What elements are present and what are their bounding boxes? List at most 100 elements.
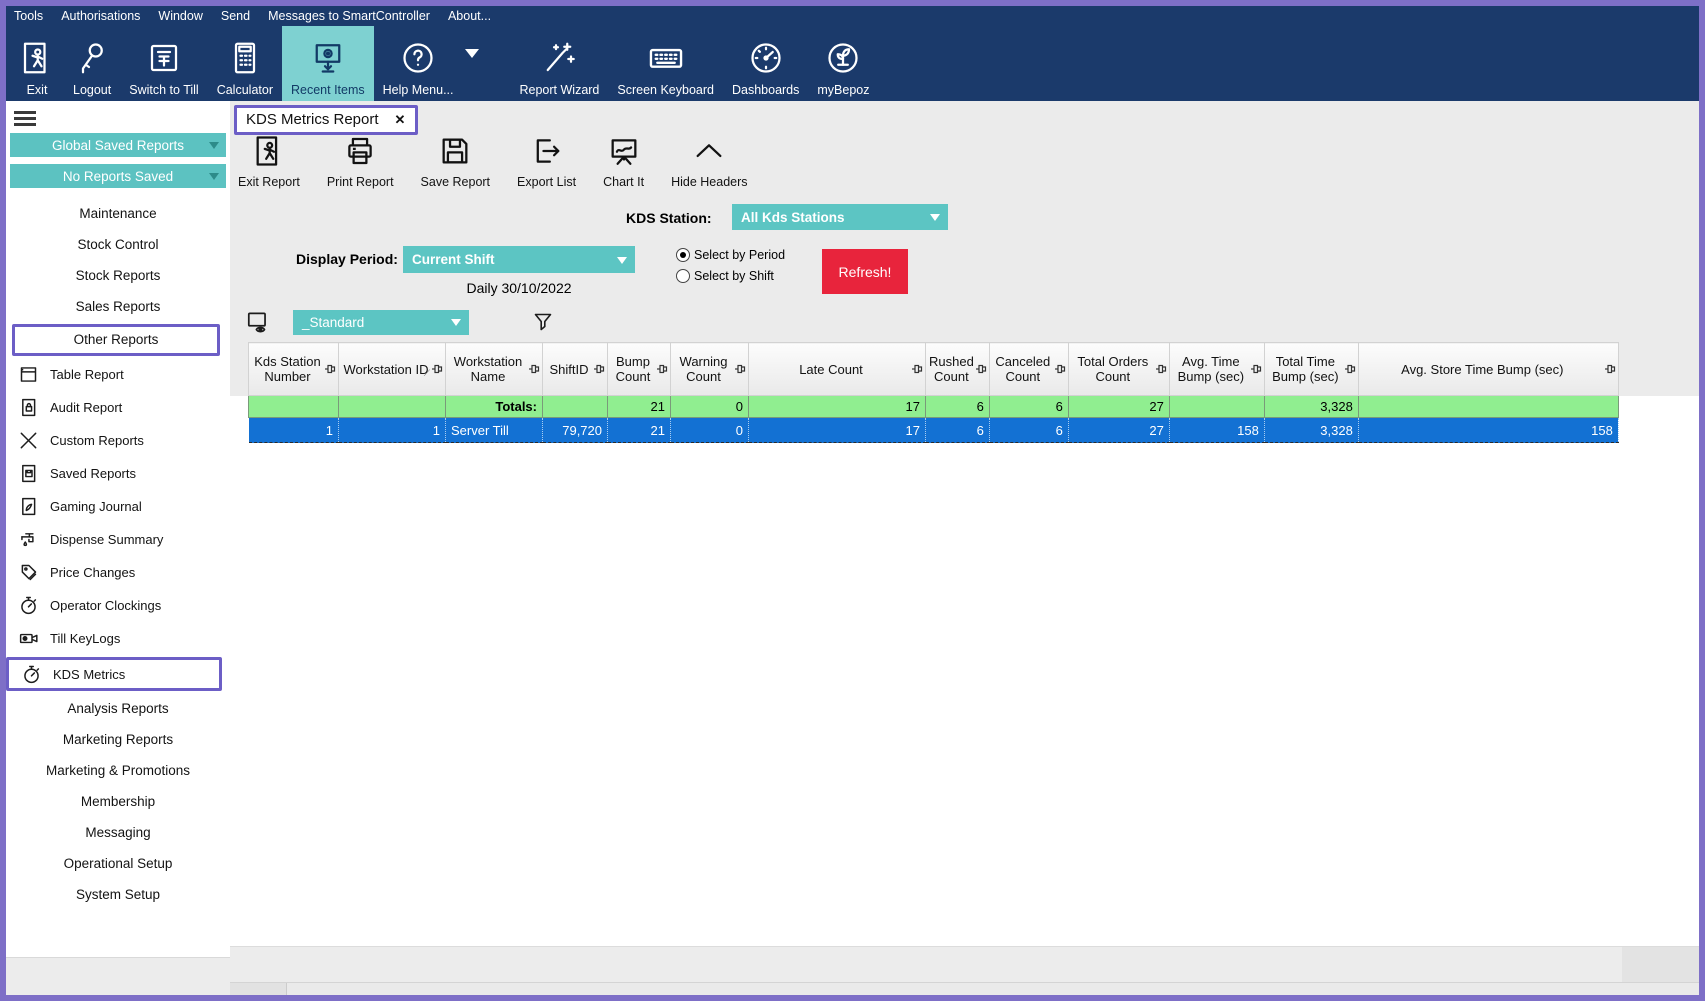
kds-station-dropdown[interactable]: All Kds Stations bbox=[732, 204, 948, 230]
column-header-shiftid[interactable]: ShiftID bbox=[543, 343, 608, 396]
sidebar-item-marketing-promotions[interactable]: Marketing & Promotions bbox=[6, 755, 230, 786]
layout-preset-dropdown[interactable]: _Standard bbox=[293, 310, 469, 335]
column-header-total-time-bump[interactable]: Total Time Bump (sec) bbox=[1264, 343, 1358, 396]
column-header-canceled-count[interactable]: Canceled Count bbox=[989, 343, 1068, 396]
sidebar-item-system-setup[interactable]: System Setup bbox=[6, 879, 230, 910]
hamburger-menu-icon[interactable] bbox=[14, 111, 36, 126]
chart-it-button[interactable]: Chart It bbox=[603, 134, 644, 189]
column-header-total-orders-count[interactable]: Total Orders Count bbox=[1068, 343, 1169, 396]
sidebar-item-dispense-summary[interactable]: Dispense Summary bbox=[6, 523, 230, 556]
menu-tools[interactable]: Tools bbox=[14, 9, 43, 23]
sidebar-item-sales-reports[interactable]: Sales Reports bbox=[6, 291, 230, 322]
chevron-down-icon bbox=[930, 214, 940, 226]
tab-kds-metrics-report[interactable]: KDS Metrics Report ✕ bbox=[234, 105, 418, 135]
column-header-label: Avg. Time Bump (sec) bbox=[1178, 354, 1244, 384]
dashboards-button[interactable]: Dashboards bbox=[723, 26, 808, 101]
pin-icon[interactable] bbox=[734, 363, 746, 375]
view-layout-button[interactable] bbox=[245, 309, 271, 335]
sidebar-item-audit-report[interactable]: Audit Report bbox=[6, 391, 230, 424]
sidebar-item-price-changes[interactable]: Price Changes bbox=[6, 556, 230, 589]
column-header-label: ShiftID bbox=[549, 362, 588, 377]
column-header-kds-station-number[interactable]: Kds Station Number bbox=[249, 343, 339, 396]
pin-icon[interactable] bbox=[1344, 363, 1356, 375]
pin-icon[interactable] bbox=[656, 363, 668, 375]
pin-icon[interactable] bbox=[431, 363, 443, 375]
calculator-button[interactable]: Calculator bbox=[208, 26, 282, 101]
horizontal-scrollbar[interactable] bbox=[230, 982, 1699, 995]
sidebar-item-operational-setup[interactable]: Operational Setup bbox=[6, 848, 230, 879]
menu-window[interactable]: Window bbox=[158, 9, 202, 23]
sidebar-item-stock-reports[interactable]: Stock Reports bbox=[6, 260, 230, 291]
grid-layout-row: _Standard bbox=[245, 309, 555, 335]
report-wizard-button[interactable]: Report Wizard bbox=[511, 26, 609, 101]
toolbar-label: Screen Keyboard bbox=[617, 83, 714, 97]
refresh-button[interactable]: Refresh! bbox=[822, 249, 908, 294]
display-period-dropdown[interactable]: Current Shift bbox=[403, 246, 635, 273]
column-header-label: Warning Count bbox=[680, 354, 728, 384]
menu-messages-to-smartcontroller[interactable]: Messages to SmartController bbox=[268, 9, 430, 23]
sidebar-item-membership[interactable]: Membership bbox=[6, 786, 230, 817]
sort-indicator-icon: ⟋ bbox=[424, 368, 430, 379]
logout-button[interactable]: Logout bbox=[64, 26, 120, 101]
screen-keyboard-button[interactable]: Screen Keyboard bbox=[608, 26, 723, 101]
sidebar-item-table-report[interactable]: Table Report bbox=[6, 358, 230, 391]
exit-button[interactable]: Exit bbox=[10, 26, 64, 101]
column-header-warning-count[interactable]: Warning Count bbox=[671, 343, 749, 396]
sidebar-item-custom-reports[interactable]: Custom Reports bbox=[6, 424, 230, 457]
pin-icon[interactable] bbox=[1155, 363, 1167, 375]
menu-about[interactable]: About... bbox=[448, 9, 491, 23]
save-report-button[interactable]: Save Report bbox=[421, 134, 490, 189]
radio-label: Select by Shift bbox=[694, 269, 774, 283]
column-header-workstation-id[interactable]: Workstation ID⟋ bbox=[339, 343, 446, 396]
pin-icon[interactable] bbox=[1250, 363, 1262, 375]
menu-send[interactable]: Send bbox=[221, 9, 250, 23]
column-header-workstation-name[interactable]: Workstation Name bbox=[446, 343, 543, 396]
select-by-shift-radio[interactable]: Select by Shift bbox=[676, 269, 785, 283]
pin-icon[interactable] bbox=[324, 363, 336, 375]
column-header-bump-count[interactable]: Bump Count bbox=[608, 343, 671, 396]
recent-items-button[interactable]: Recent Items bbox=[282, 26, 374, 101]
hide-headers-button[interactable]: Hide Headers bbox=[671, 134, 747, 189]
pin-icon[interactable] bbox=[593, 363, 605, 375]
sidebar-item-kds-metrics[interactable]: KDS Metrics bbox=[9, 660, 219, 688]
column-header-late-count[interactable]: Late Count bbox=[749, 343, 926, 396]
sidebar-item-saved-reports[interactable]: Saved Reports bbox=[6, 457, 230, 490]
print-report-button[interactable]: Print Report bbox=[327, 134, 394, 189]
sidebar-item-till-keylogs[interactable]: Till KeyLogs bbox=[6, 622, 230, 655]
chevron-up-icon bbox=[692, 134, 726, 168]
scrollbar-thumb[interactable] bbox=[230, 983, 287, 995]
sidebar-item-gaming-journal[interactable]: Gaming Journal bbox=[6, 490, 230, 523]
sidebar-item-operator-clockings[interactable]: Operator Clockings bbox=[6, 589, 230, 622]
sidebar-item-maintenance[interactable]: Maintenance bbox=[6, 198, 230, 229]
report-toolbar-label: Chart It bbox=[603, 175, 644, 189]
filter-funnel-button[interactable] bbox=[531, 310, 555, 334]
gauge-icon bbox=[748, 36, 784, 80]
table-row-server-till[interactable]: 1 1 Server Till 79,720 21 0 17 6 6 27 15… bbox=[249, 418, 1619, 443]
toolbar-label: myBepoz bbox=[817, 83, 869, 97]
exit-report-button[interactable]: Exit Report bbox=[238, 134, 300, 189]
help-menu-dropdown-arrow-icon[interactable] bbox=[465, 49, 479, 65]
sidebar-item-analysis-reports[interactable]: Analysis Reports bbox=[6, 693, 230, 724]
menu-authorisations[interactable]: Authorisations bbox=[61, 9, 140, 23]
cell-canceled-count: 6 bbox=[989, 418, 1068, 443]
no-reports-saved-dropdown[interactable]: No Reports Saved bbox=[10, 164, 226, 188]
sidebar-item-other-reports[interactable]: Other Reports bbox=[15, 327, 217, 353]
pin-icon[interactable] bbox=[911, 363, 923, 375]
switch-to-till-button[interactable]: Switch to Till bbox=[120, 26, 207, 101]
sidebar-item-stock-control[interactable]: Stock Control bbox=[6, 229, 230, 260]
sidebar-item-messaging[interactable]: Messaging bbox=[6, 817, 230, 848]
pin-icon[interactable] bbox=[1604, 363, 1616, 375]
column-header-avg-store-time-bump[interactable]: Avg. Store Time Bump (sec) bbox=[1358, 343, 1618, 396]
pin-icon[interactable] bbox=[528, 363, 540, 375]
mybepoz-button[interactable]: myBepoz bbox=[808, 26, 878, 101]
help-menu-button[interactable]: Help Menu... bbox=[374, 26, 463, 101]
sidebar-item-marketing-reports[interactable]: Marketing Reports bbox=[6, 724, 230, 755]
close-icon[interactable]: ✕ bbox=[395, 112, 406, 128]
export-list-button[interactable]: Export List bbox=[517, 134, 576, 189]
column-header-avg-time-bump[interactable]: Avg. Time Bump (sec) bbox=[1169, 343, 1264, 396]
column-header-rushed-count[interactable]: Rushed Count bbox=[926, 343, 990, 396]
pin-icon[interactable] bbox=[975, 363, 987, 375]
pin-icon[interactable] bbox=[1054, 363, 1066, 375]
select-by-period-radio[interactable]: Select by Period bbox=[676, 248, 785, 262]
global-saved-reports-dropdown[interactable]: Global Saved Reports bbox=[10, 133, 226, 157]
